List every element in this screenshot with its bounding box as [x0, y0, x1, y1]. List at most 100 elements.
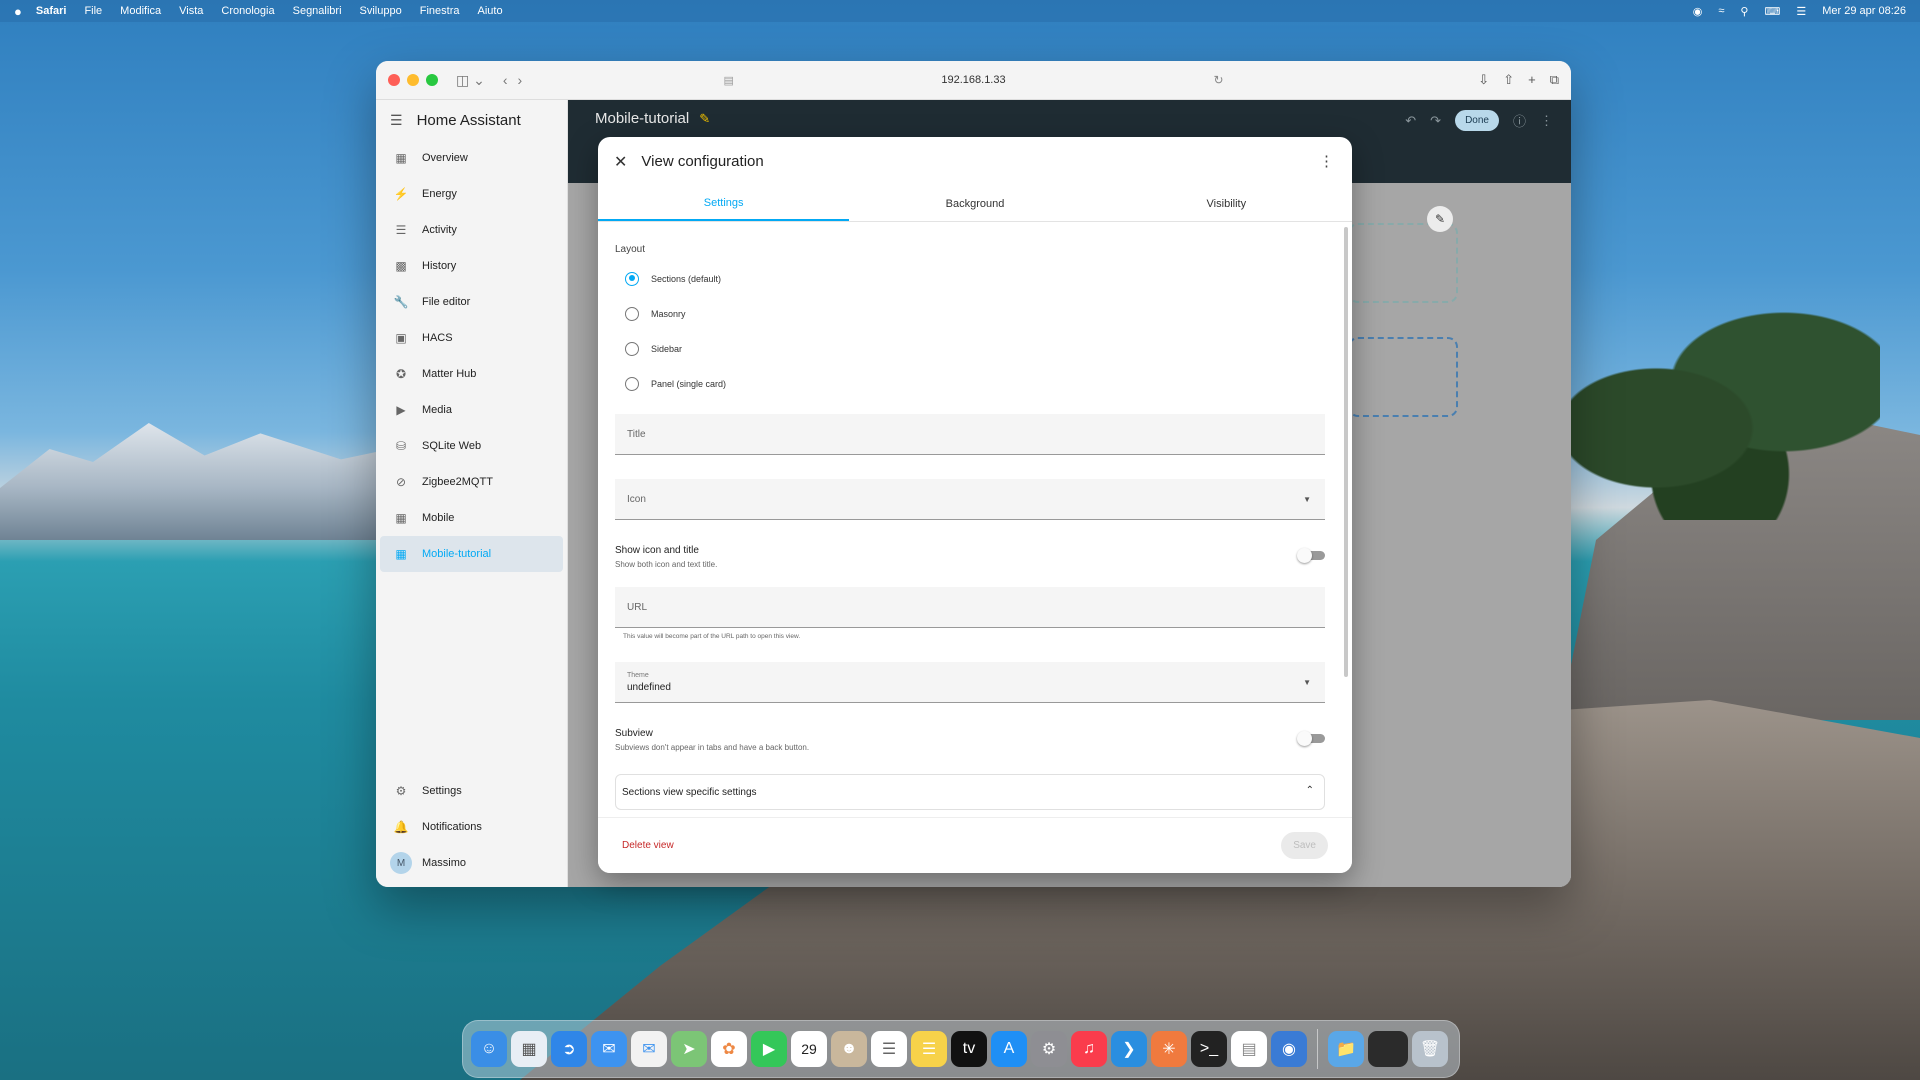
icon-picker[interactable]: Icon ▼: [615, 479, 1325, 520]
share-icon[interactable]: ⇧: [1503, 72, 1514, 88]
claude-icon[interactable]: ✳: [1151, 1031, 1187, 1067]
control-center-icon[interactable]: ☰: [1796, 5, 1806, 18]
notes-icon[interactable]: ☰: [911, 1031, 947, 1067]
facetime-icon[interactable]: ▶: [751, 1031, 787, 1067]
tv-icon[interactable]: tv: [951, 1031, 987, 1067]
safari-icon[interactable]: ➲: [551, 1031, 587, 1067]
delete-view-button[interactable]: Delete view: [622, 840, 674, 851]
mail-icon[interactable]: ✉: [591, 1031, 627, 1067]
sidebar-item-file-editor[interactable]: 🔧 File editor: [380, 284, 563, 320]
music-icon[interactable]: ♫: [1071, 1031, 1107, 1067]
dialog-more-icon[interactable]: ⋮: [1319, 152, 1334, 170]
folder-icon[interactable]: 📁: [1328, 1031, 1364, 1067]
theme-select[interactable]: Theme undefined ▼: [615, 662, 1325, 703]
textedit-icon[interactable]: ▤: [1231, 1031, 1267, 1067]
download-icon[interactable]: ⇩: [1478, 72, 1489, 88]
sidebar-item-mobile[interactable]: ▦ Mobile: [380, 500, 563, 536]
keyboard-icon[interactable]: ⌨: [1764, 5, 1780, 18]
close-window-button[interactable]: [388, 74, 400, 86]
photos-icon[interactable]: ✿: [711, 1031, 747, 1067]
tab-settings[interactable]: Settings: [598, 186, 850, 221]
sidebar-item-overview[interactable]: ▦ Overview: [380, 140, 563, 176]
done-button[interactable]: Done: [1455, 110, 1499, 131]
sidebar-toggle-icon[interactable]: ◫ ⌄: [456, 72, 485, 89]
layout-option-panel[interactable]: Panel (single card): [615, 366, 1325, 401]
hamburger-icon[interactable]: ☰: [390, 112, 403, 129]
sidebar-item-media[interactable]: ▶ Media: [380, 392, 563, 428]
sidebar-item-settings[interactable]: ⚙ Settings: [380, 773, 563, 809]
menu-file[interactable]: File: [84, 5, 102, 17]
address-bar[interactable]: ▤ 192.168.1.33 ↻: [724, 68, 1224, 92]
sidebar-item-mobile-tutorial[interactable]: ▦ Mobile-tutorial: [380, 536, 563, 572]
title-input[interactable]: Title: [615, 414, 1325, 455]
sidebar-item-energy[interactable]: ⚡ Energy: [380, 176, 563, 212]
trash-icon[interactable]: 🗑: [1412, 1031, 1448, 1067]
menu-segnalibri[interactable]: Segnalibri: [293, 5, 342, 17]
tab-visibility[interactable]: Visibility: [1101, 186, 1352, 221]
dialog-scrollbar[interactable]: [1344, 227, 1348, 677]
menu-modifica[interactable]: Modifica: [120, 5, 161, 17]
app-store-icon[interactable]: A: [991, 1031, 1027, 1067]
radio[interactable]: [625, 306, 639, 321]
radio[interactable]: [625, 341, 639, 356]
system-settings-icon[interactable]: ⚙: [1031, 1031, 1067, 1067]
edit-title-icon[interactable]: ✎: [699, 111, 710, 126]
sidebar-item-history[interactable]: ▩ History: [380, 248, 563, 284]
page-menu-icon[interactable]: ▤: [724, 74, 734, 87]
calendar-icon[interactable]: 29: [791, 1031, 827, 1067]
menu-finestra[interactable]: Finestra: [420, 5, 460, 17]
url-input[interactable]: URL: [615, 587, 1325, 628]
radio[interactable]: [625, 376, 639, 391]
maps-icon[interactable]: ➤: [671, 1031, 707, 1067]
back-icon[interactable]: ‹: [503, 72, 508, 88]
sidebar-item-matter-hub[interactable]: ✪ Matter Hub: [380, 356, 563, 392]
show-icon-title-toggle[interactable]: [1297, 548, 1325, 563]
sidebar-item-hacs[interactable]: ▣ HACS: [380, 320, 563, 356]
tab-overview-icon[interactable]: ⧉: [1550, 72, 1559, 88]
reminders-icon[interactable]: ☰: [871, 1031, 907, 1067]
sidebar-item-zigbee2mqtt[interactable]: ⊘ Zigbee2MQTT: [380, 464, 563, 500]
wifi-icon[interactable]: ≈: [1718, 5, 1724, 17]
menu-aiuto[interactable]: Aiuto: [477, 5, 502, 17]
window-thumbnail-icon[interactable]: [1368, 1031, 1408, 1067]
edit-view-icon[interactable]: ✎: [1427, 206, 1453, 232]
spotlight-icon[interactable]: ⚲: [1740, 5, 1748, 18]
dashboard-icon: ▦: [395, 547, 407, 561]
undo-icon[interactable]: ↶: [1405, 113, 1416, 129]
mail-alt-icon[interactable]: ✉: [631, 1031, 667, 1067]
menu-vista[interactable]: Vista: [179, 5, 203, 17]
record-icon[interactable]: ◉: [1693, 5, 1703, 18]
minimize-window-button[interactable]: [407, 74, 419, 86]
save-button[interactable]: Save: [1281, 832, 1328, 859]
menu-safari[interactable]: Safari: [36, 5, 67, 17]
redo-icon[interactable]: ↷: [1430, 113, 1441, 129]
radio-checked[interactable]: [625, 271, 639, 286]
forward-icon[interactable]: ›: [518, 72, 523, 88]
sidebar-item-activity[interactable]: ☰ Activity: [380, 212, 563, 248]
sidebar-item-sqlite-web[interactable]: ⛁ SQLite Web: [380, 428, 563, 464]
sidebar-item-profile[interactable]: M Massimo: [380, 845, 563, 881]
more-options-icon[interactable]: ⋮: [1540, 113, 1553, 129]
layout-option-sidebar[interactable]: Sidebar: [615, 331, 1325, 366]
layout-option-sections[interactable]: Sections (default): [615, 261, 1325, 296]
vscode-icon[interactable]: ❯: [1111, 1031, 1147, 1067]
tab-background[interactable]: Background: [849, 186, 1100, 221]
apple-menu-icon[interactable]: ●: [14, 4, 22, 19]
help-icon[interactable]: ⓘ: [1513, 111, 1526, 130]
menu-sviluppo[interactable]: Sviluppo: [360, 5, 402, 17]
sections-settings-expander[interactable]: Sections view specific settings ⌃: [615, 774, 1325, 810]
launchpad-icon[interactable]: ▦: [511, 1031, 547, 1067]
new-tab-icon[interactable]: +: [1528, 72, 1536, 88]
contacts-icon[interactable]: ☻: [831, 1031, 867, 1067]
sidebar-item-notifications[interactable]: 🔔 Notifications: [380, 809, 563, 845]
reload-icon[interactable]: ↻: [1213, 73, 1223, 87]
clock[interactable]: Mer 29 apr 08:26: [1822, 5, 1906, 17]
finder-icon[interactable]: ☺: [471, 1031, 507, 1067]
preview-icon[interactable]: ◉: [1271, 1031, 1307, 1067]
layout-option-masonry[interactable]: Masonry: [615, 296, 1325, 331]
zoom-window-button[interactable]: [426, 74, 438, 86]
subview-toggle[interactable]: [1297, 731, 1325, 746]
close-icon[interactable]: ✕: [614, 152, 627, 172]
menu-cronologia[interactable]: Cronologia: [221, 5, 274, 17]
terminal-icon[interactable]: >_: [1191, 1031, 1227, 1067]
